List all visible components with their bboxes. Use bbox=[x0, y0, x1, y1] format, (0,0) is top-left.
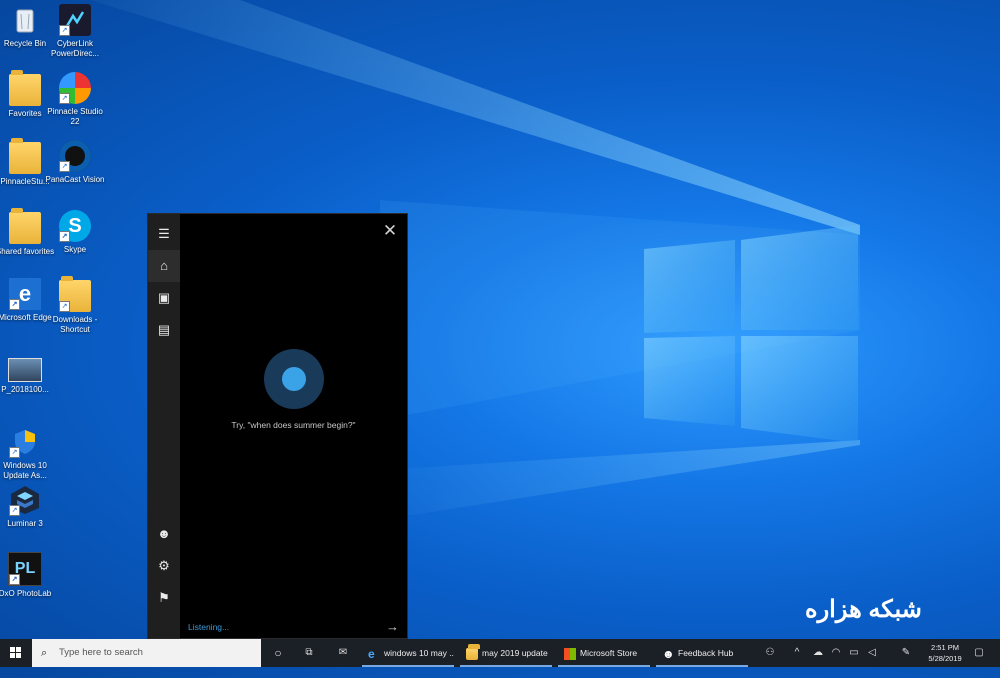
home-icon[interactable]: ⌂ bbox=[148, 250, 180, 282]
app-label: Microsoft Store bbox=[580, 648, 638, 658]
taskbar: ⌕ Type here to search ○ ⧉ ✉ e windows 10 … bbox=[0, 639, 1000, 667]
desktop-icon-image[interactable]: P_2018100... bbox=[0, 352, 56, 395]
image-icon bbox=[8, 358, 42, 382]
wifi-icon[interactable]: ◠ bbox=[828, 639, 844, 667]
folder-icon bbox=[9, 208, 41, 244]
onedrive-icon[interactable]: ☁ bbox=[810, 639, 826, 667]
watermark: شبکه هزاره bbox=[805, 596, 922, 623]
icon-label: CyberLink PowerDirec... bbox=[50, 39, 99, 58]
taskbar-app-edge[interactable]: e windows 10 may ... bbox=[362, 639, 454, 667]
desktop-icon-luminar[interactable]: ↗ Luminar 3 bbox=[0, 484, 56, 529]
icon-label: Luminar 3 bbox=[7, 519, 43, 528]
desktop-icon-windows-update[interactable]: ↗ Windows 10 Update As... bbox=[0, 426, 56, 481]
cortana-circle-icon[interactable]: ○ bbox=[266, 639, 290, 667]
folder-icon bbox=[9, 138, 41, 174]
edge-icon: e ↗ bbox=[9, 278, 41, 310]
action-center-icon[interactable]: ▢ bbox=[968, 639, 990, 667]
desktop-icon-dxo[interactable]: PL ↗ DxO PhotoLab bbox=[0, 552, 56, 599]
recycle-bin-icon bbox=[9, 4, 41, 36]
taskbar-app-folder[interactable]: may 2019 update bbox=[460, 639, 552, 667]
listening-status: Listening... bbox=[188, 622, 230, 632]
start-button[interactable] bbox=[0, 639, 32, 667]
battery-icon[interactable]: ▭ bbox=[846, 639, 862, 667]
feedback-icon[interactable]: ⚑ bbox=[148, 582, 180, 614]
app-label: may 2019 update bbox=[482, 648, 548, 658]
icon-label: Downloads - Shortcut bbox=[52, 315, 98, 334]
cortana-orb-core bbox=[282, 367, 306, 391]
pinnacle-icon: ↗ bbox=[59, 72, 91, 104]
app-label: Feedback Hub bbox=[678, 648, 734, 658]
collections-icon[interactable]: ▤ bbox=[148, 314, 180, 346]
app-label: windows 10 may ... bbox=[384, 648, 454, 658]
icon-label: P_2018100... bbox=[1, 385, 49, 394]
task-view-icon[interactable]: ⧉ bbox=[296, 639, 322, 667]
icon-label: PanaCast Vision bbox=[45, 175, 105, 184]
cyberlink-icon: ↗ bbox=[59, 4, 91, 36]
desktop-icon-skype[interactable]: S ↗ Skype bbox=[44, 210, 106, 255]
hamburger-icon[interactable]: ☰ bbox=[148, 218, 180, 250]
chevron-up-icon[interactable]: ^ bbox=[790, 639, 804, 667]
folder-icon bbox=[9, 70, 41, 106]
icon-label: Skype bbox=[63, 245, 87, 254]
mail-icon[interactable]: ✉ bbox=[330, 639, 356, 667]
desktop-icon-panacast[interactable]: ↗ PanaCast Vision bbox=[44, 140, 106, 185]
icon-label: Pinnacle Studio 22 bbox=[47, 107, 103, 126]
notebook-icon[interactable]: ▣ bbox=[148, 282, 180, 314]
windows-logo-icon bbox=[10, 647, 21, 658]
close-icon[interactable]: ✕ bbox=[381, 222, 399, 240]
search-placeholder: Type here to search bbox=[59, 647, 143, 658]
desktop-icon-cyberlink[interactable]: ↗ CyberLink PowerDirec... bbox=[44, 4, 106, 59]
cortana-prompt: Try, "when does summer begin?" bbox=[231, 420, 356, 430]
clock-time: 2:51 PM bbox=[931, 643, 959, 652]
search-icon: ⌕ bbox=[41, 647, 48, 659]
skype-icon: S ↗ bbox=[59, 210, 91, 242]
feedback-hub-icon: ☻ bbox=[662, 646, 675, 661]
taskbar-clock[interactable]: 2:51 PM 5/28/2019 bbox=[920, 642, 970, 664]
desktop-icon-pinnacle[interactable]: ↗ Pinnacle Studio 22 bbox=[44, 72, 106, 127]
settings-icon[interactable]: ⚙ bbox=[148, 550, 180, 582]
send-arrow-icon[interactable]: → bbox=[386, 619, 399, 634]
icon-label: DxO PhotoLab bbox=[0, 589, 52, 598]
avatar-icon[interactable]: ☻ bbox=[148, 518, 180, 550]
taskbar-search[interactable]: ⌕ Type here to search bbox=[32, 639, 261, 667]
cortana-panel: ☰ ⌂ ▣ ▤ ☻ ⚙ ⚑ ✕ Try, "when does summer b… bbox=[147, 213, 408, 639]
dxo-icon: PL ↗ bbox=[8, 552, 42, 586]
windows-update-icon: ↗ bbox=[9, 426, 41, 458]
store-icon bbox=[564, 647, 576, 660]
people-icon[interactable]: ⚇ bbox=[762, 639, 778, 667]
icon-label: Windows 10 Update As... bbox=[3, 461, 47, 480]
taskbar-app-feedback-hub[interactable]: ☻ Feedback Hub bbox=[656, 639, 748, 667]
desktop-icon-downloads[interactable]: ↗ Downloads - Shortcut bbox=[44, 276, 106, 335]
volume-icon[interactable]: ◁ bbox=[864, 639, 880, 667]
edge-icon: e bbox=[368, 646, 375, 661]
folder-icon: ↗ bbox=[59, 276, 91, 312]
luminar-icon: ↗ bbox=[9, 484, 41, 516]
pen-icon[interactable]: ✎ bbox=[898, 639, 914, 667]
cortana-rail: ☰ ⌂ ▣ ▤ ☻ ⚙ ⚑ bbox=[148, 214, 180, 638]
cortana-orb-icon[interactable] bbox=[264, 349, 324, 409]
panacast-icon: ↗ bbox=[59, 140, 91, 172]
folder-icon bbox=[466, 643, 480, 660]
taskbar-app-store[interactable]: Microsoft Store bbox=[558, 639, 650, 667]
clock-date: 5/28/2019 bbox=[928, 654, 962, 663]
